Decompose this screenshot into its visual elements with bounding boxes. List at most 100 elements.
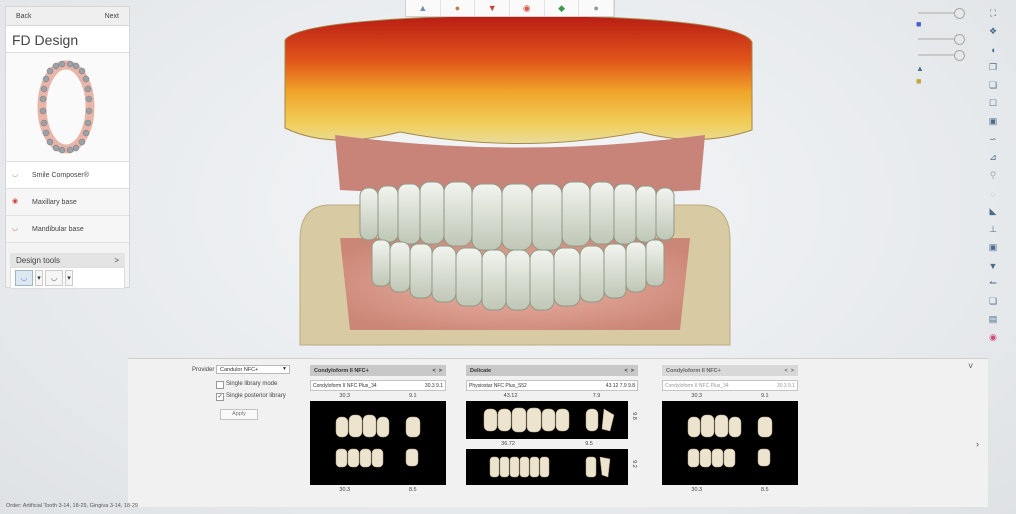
next-arrow-button[interactable]: > <box>439 368 442 374</box>
prev-arrow-button[interactable]: < <box>433 368 436 374</box>
brush-tool-button[interactable]: ◡ <box>15 270 33 286</box>
scan-visibility-icon[interactable]: ▲ <box>916 64 924 73</box>
library-nav: < > <box>785 368 795 374</box>
layers-icon: ❏ <box>988 80 998 90</box>
mould-select[interactable]: Condyloform II NFC Plus_34 30.3 9.1 <box>310 380 446 391</box>
tool-button-18[interactable]: ▤ <box>986 312 1001 327</box>
library-nav: < > <box>625 368 635 374</box>
tool-button-12[interactable]: ◣ <box>986 204 1001 219</box>
zoom-icon: ⚲ <box>989 170 997 180</box>
anterior-preview-image <box>483 407 615 433</box>
jaw-icon: ◖ <box>990 44 996 55</box>
expand-panel-button[interactable]: › <box>976 439 979 449</box>
panel-title: FD Design <box>6 26 129 53</box>
next-arrow-button[interactable]: > <box>631 368 634 374</box>
width-value: 30.3 <box>339 487 351 493</box>
tool-button-16[interactable]: ↼ <box>986 276 1001 291</box>
library-header: Delicate < > <box>466 365 638 376</box>
view-tool-1-button[interactable]: ▲ <box>406 0 441 16</box>
tool-button-9[interactable]: ⊿ <box>986 150 1001 165</box>
mould-select[interactable]: Condyloform II NFC Plus_34 30.3 9.1 <box>662 380 798 391</box>
width-value: 36.72 <box>501 441 515 447</box>
view-tool-5-button[interactable]: ◆ <box>545 0 580 16</box>
width-value: 30.3 <box>339 393 351 399</box>
next-arrow-button[interactable]: > <box>791 368 794 374</box>
height-value: 8.5 <box>408 487 417 493</box>
mould-value: Condyloform II NFC Plus_34 <box>665 382 729 389</box>
smile-composer-icon: ◡ <box>12 171 19 178</box>
view-tool-4-button[interactable]: ◉ <box>510 0 545 16</box>
tool-button-4[interactable]: ❐ <box>986 60 1001 75</box>
prev-arrow-button[interactable]: < <box>785 368 788 374</box>
base-visibility-icon[interactable]: ■ <box>916 76 921 86</box>
color-wheel-icon: ◉ <box>989 332 997 342</box>
mould-value: Physiostar NFC Plus_S52 <box>469 382 527 389</box>
single-posterior-checkbox[interactable]: ✓ <box>216 393 224 401</box>
height-value: 8.5 <box>760 487 769 493</box>
camera-icon: ▣ <box>988 242 998 252</box>
opacity-slider-1[interactable] <box>918 8 965 19</box>
view-tool-2-button[interactable]: ● <box>441 0 476 16</box>
tool-button-7[interactable]: ▣ <box>986 114 1001 129</box>
anterior-tooth-preview[interactable]: 9.8 <box>466 401 637 439</box>
menu-mandibular-base[interactable]: ◡ Mandibular base <box>6 216 129 243</box>
green-shield-icon: ◆ <box>558 2 565 13</box>
design-tools-header[interactable]: Design tools > <box>10 253 125 267</box>
menu-label: Smile Composer® <box>32 171 89 179</box>
single-posterior-label: Single posterior library <box>226 393 286 399</box>
dimension-row: 30.3 9.1 <box>310 391 446 401</box>
next-button[interactable]: Next <box>105 13 119 20</box>
smooth-tool-button[interactable]: ◡ <box>45 270 63 286</box>
upper-jaw-visibility-icon[interactable]: ■ <box>916 19 921 29</box>
view-tool-3-button[interactable]: ▼ <box>475 0 511 16</box>
tool-button-5[interactable]: ❏ <box>986 78 1001 93</box>
right-toolbar: ⛶ ❖ ◖ ❐ ❏ ☐ ▣ ∽ ⊿ ⚲ ○ ◣ ⊥ ▣ ▼ ↼ ❏ ▤ ◉ <box>983 6 1003 376</box>
save-view-icon: ▣ <box>988 116 998 126</box>
fullscreen-button[interactable]: ⛶ <box>986 6 1001 21</box>
tooth-preview[interactable] <box>662 401 798 485</box>
smooth-icon: ◡ <box>50 275 58 282</box>
back-button[interactable]: Back <box>16 13 32 20</box>
opacity-slider-3[interactable] <box>918 50 965 61</box>
menu-label: Maxillary base <box>32 198 77 206</box>
tool-button-15[interactable]: ▼ <box>986 258 1001 273</box>
duplicate-icon: ❏ <box>988 296 998 306</box>
posterior-tooth-preview[interactable]: 9.2 <box>466 449 637 485</box>
mould-value: Condyloform II NFC Plus_34 <box>313 382 377 389</box>
tool-button-14[interactable]: ▣ <box>986 240 1001 255</box>
menu-smile-composer[interactable]: ◡ Smile Composer® <box>6 162 129 189</box>
tool-button-10[interactable]: ⚲ <box>986 168 1001 183</box>
dimension-row-mid: 36.72 9.5 <box>466 439 628 449</box>
view-tool-6-button[interactable]: ● <box>579 0 615 16</box>
tool-button-8[interactable]: ∽ <box>986 132 1001 147</box>
tooth-preview-image <box>335 414 421 468</box>
teeth-icon: ● <box>454 3 461 13</box>
tool-button-2[interactable]: ❖ <box>986 24 1001 39</box>
gingiva-icon: ◉ <box>522 2 531 13</box>
sculpt-icon: ∽ <box>989 134 997 144</box>
top-toolbar: ▲ ● ▼ ◉ ◆ ● <box>405 0 615 17</box>
prev-arrow-button[interactable]: < <box>625 368 628 374</box>
maxillary-model-heatmap <box>284 14 753 144</box>
tool-button-19[interactable]: ◉ <box>986 330 1001 345</box>
apply-button[interactable]: Apply <box>220 409 258 420</box>
dimension-row-bottom: 30.3 8.5 <box>662 485 798 495</box>
collapse-panel-button[interactable]: ˅ <box>968 361 973 371</box>
tool-button-11[interactable]: ○ <box>986 186 1001 201</box>
provider-select[interactable]: Candulor NFC+ ▼ <box>216 365 290 374</box>
opacity-slider-2[interactable] <box>918 34 965 45</box>
tool-button-3[interactable]: ◖ <box>986 42 1001 57</box>
tool-button-6[interactable]: ☐ <box>986 96 1001 111</box>
single-library-checkbox[interactable] <box>216 381 224 389</box>
smooth-dropdown-button[interactable]: ▾ <box>65 270 73 286</box>
mould-dimensions: 30.3 9.1 <box>776 382 795 389</box>
tool-button-17[interactable]: ❏ <box>986 294 1001 309</box>
mould-select[interactable]: Physiostar NFC Plus_S52 43.12 7.9 9.8 <box>466 380 638 391</box>
menu-maxillary-base[interactable]: ◉ Maxillary base <box>6 189 129 216</box>
tool-button-13[interactable]: ⊥ <box>986 222 1001 237</box>
tooth-preview[interactable] <box>310 401 446 485</box>
height-value: 9.5 <box>585 441 593 447</box>
tooth-chart[interactable] <box>6 53 129 162</box>
brush-dropdown-button[interactable]: ▾ <box>35 270 43 286</box>
page-icon: ☐ <box>988 98 998 108</box>
